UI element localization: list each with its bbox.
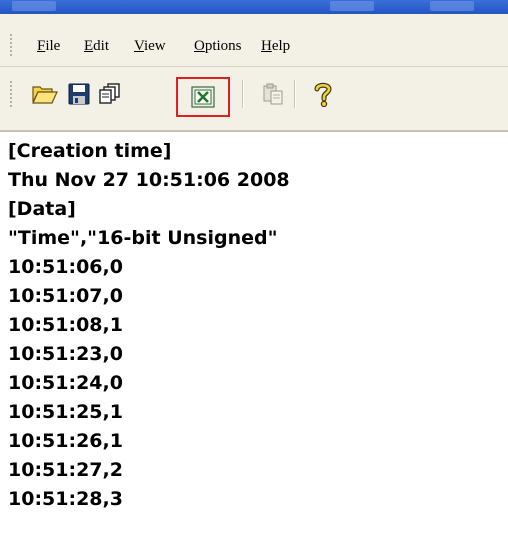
menu-bar: File Edit View Options Help bbox=[0, 14, 508, 67]
menu-help[interactable]: Help bbox=[261, 38, 290, 55]
text-line-column-names: "Time","16-bit Unsigned" bbox=[8, 227, 278, 249]
text-line-data: 10:51:08,1 bbox=[8, 314, 123, 336]
paste-icon bbox=[263, 83, 283, 105]
text-line-data: 10:51:26,1 bbox=[8, 430, 123, 452]
help-button[interactable] bbox=[308, 79, 338, 109]
copy-pages-icon bbox=[99, 83, 120, 104]
text-line-data: 10:51:28,3 bbox=[8, 488, 123, 510]
title-bar-fragment bbox=[430, 1, 474, 11]
text-line-header: [Creation time] bbox=[8, 140, 172, 162]
window-title-bar bbox=[0, 0, 508, 14]
toolbar-separator bbox=[242, 80, 244, 108]
title-bar-fragment bbox=[330, 1, 374, 11]
text-line-data: 10:51:06,0 bbox=[8, 256, 123, 278]
text-line-data: 10:51:27,2 bbox=[8, 459, 123, 481]
export-excel-button[interactable] bbox=[176, 77, 230, 117]
excel-export-icon bbox=[191, 86, 215, 108]
paste-button[interactable] bbox=[258, 79, 288, 109]
menubar-grip[interactable] bbox=[10, 34, 12, 56]
text-line-timestamp: Thu Nov 27 10:51:06 2008 bbox=[8, 169, 290, 191]
menu-view[interactable]: View bbox=[134, 38, 166, 55]
save-disk-icon bbox=[68, 83, 90, 105]
toolbar bbox=[0, 67, 508, 132]
text-line-data: 10:51:07,0 bbox=[8, 285, 123, 307]
open-button[interactable] bbox=[30, 79, 60, 109]
menu-options[interactable]: Options bbox=[194, 38, 242, 55]
help-question-icon bbox=[314, 82, 332, 107]
toolbar-grip[interactable] bbox=[10, 81, 12, 109]
title-bar-icon bbox=[12, 1, 56, 11]
menu-file[interactable]: File bbox=[37, 38, 60, 55]
menu-edit[interactable]: Edit bbox=[84, 38, 109, 55]
toolbar-separator bbox=[294, 80, 296, 108]
text-line-data: 10:51:23,0 bbox=[8, 343, 123, 365]
copy-pages-button[interactable] bbox=[95, 79, 125, 109]
text-content-area[interactable]: [Creation time] Thu Nov 27 10:51:06 2008… bbox=[0, 132, 508, 541]
text-line-header: [Data] bbox=[8, 198, 76, 220]
text-line-data: 10:51:24,0 bbox=[8, 372, 123, 394]
open-folder-icon bbox=[32, 86, 58, 104]
save-button[interactable] bbox=[64, 79, 94, 109]
text-line-data: 10:51:25,1 bbox=[8, 401, 123, 423]
